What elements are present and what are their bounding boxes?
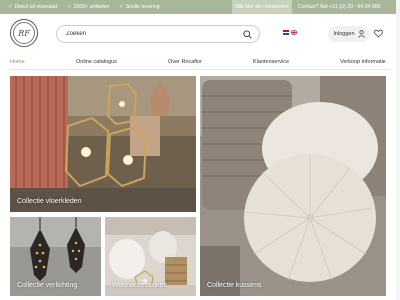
tile-accessories-caption: Woonaccessoires [112, 282, 168, 289]
login-button[interactable]: Inloggen [328, 26, 370, 42]
check-icon: ✓ [67, 4, 72, 10]
top-bar: ✓ Direct uit voorraad ✓ 2000+ artikelen … [0, 0, 400, 14]
tile-cushions-caption: Collectie kussens [207, 282, 262, 289]
logo[interactable]: RF [10, 19, 38, 47]
nav-item-home[interactable]: Home [10, 59, 25, 65]
flag-nl-icon[interactable] [283, 30, 289, 36]
usp-delivery: ✓ Snelle levering [119, 4, 160, 10]
nav-item-verkoop-informatie[interactable]: Verkoop informatie [340, 59, 386, 65]
user-icon [357, 30, 365, 38]
usp-delivery-label: Snelle levering [125, 4, 160, 10]
tile-lighting[interactable]: Collectie verlichting [10, 217, 101, 296]
cushions-image [200, 76, 386, 296]
check-icon: ✓ [119, 4, 124, 10]
usp-stock-label: Direct uit voorraad [14, 4, 57, 10]
logo-text: RF [13, 22, 35, 44]
tile-lighting-caption: Collectie verlichting [17, 282, 78, 289]
page-scrollbar[interactable] [396, 0, 400, 300]
tile-cushions[interactable]: Collectie kussens [200, 76, 386, 296]
heart-icon[interactable] [374, 29, 383, 38]
search-icon[interactable] [243, 30, 252, 39]
search-input[interactable] [66, 31, 236, 37]
tile-rugs-caption: Collectie vloerkleden [17, 198, 82, 205]
tile-accessories[interactable]: Woonaccessoires [105, 217, 196, 296]
login-label: Inloggen [333, 31, 355, 37]
usp-stock: ✓ Direct uit voorraad [8, 4, 57, 10]
main-nav: Home Online catalogus Over Rocaflor Klan… [0, 58, 400, 68]
check-icon: ✓ [8, 4, 13, 10]
flag-uk-icon[interactable] [291, 30, 297, 35]
rugs-lanterns-image [10, 76, 196, 212]
nav-divider [10, 69, 390, 70]
language-switch[interactable] [283, 30, 297, 36]
usp-articles: ✓ 2000+ artikelen [67, 4, 109, 10]
nav-item-klantenservice[interactable]: Klantenservice [253, 59, 289, 65]
nav-item-catalogus[interactable]: Online catalogus [76, 59, 117, 65]
consumer-button[interactable]: Klik hier als consument [232, 0, 292, 14]
usp-articles-label: 2000+ artikelen [73, 4, 110, 10]
tile-rugs[interactable]: Collectie vloerkleden [10, 76, 196, 212]
contact-phone[interactable]: Contact? Bel +31 (0) 20 - 64 04 880 [298, 4, 381, 10]
nav-item-over-rocaflor[interactable]: Over Rocaflor [168, 59, 202, 65]
search-bar[interactable] [56, 25, 260, 43]
